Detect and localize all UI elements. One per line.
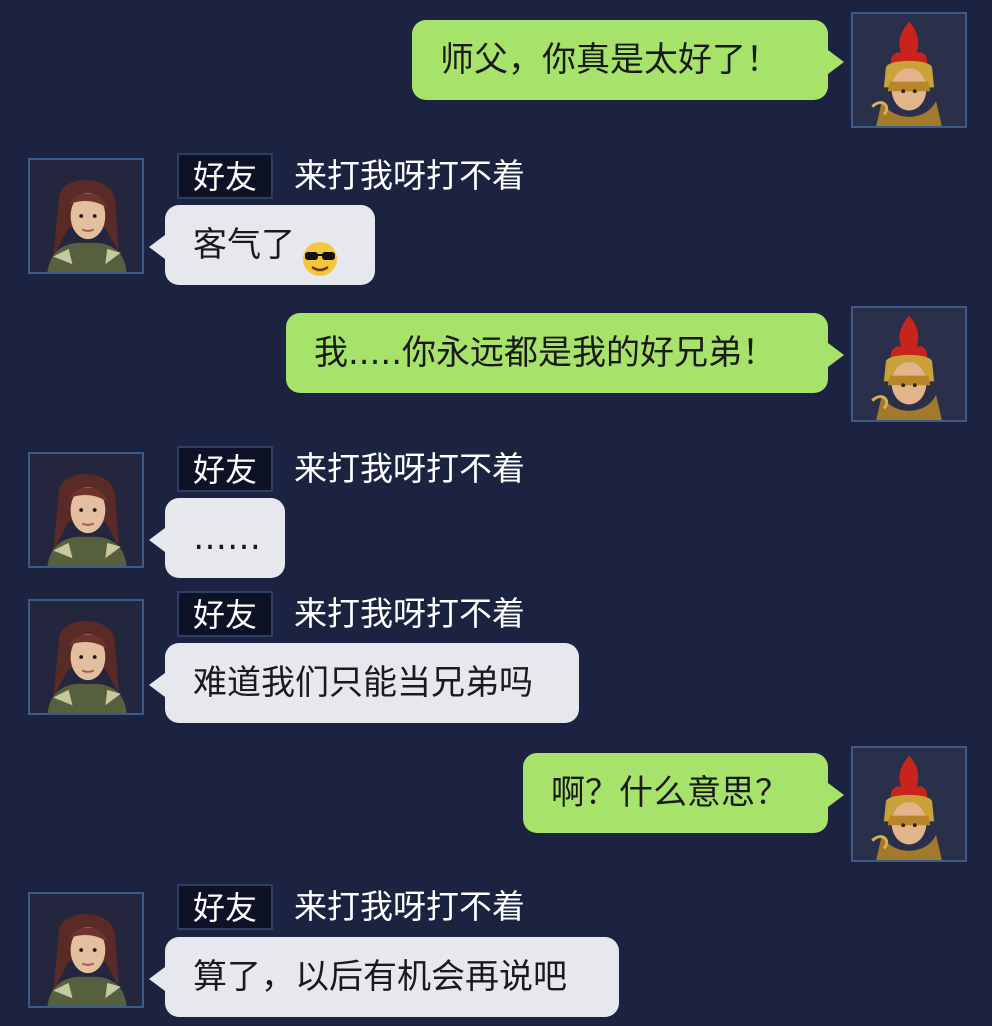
friend-tag: 好友 (177, 591, 274, 637)
friend-avatar[interactable] (28, 892, 144, 1008)
hero-avatar-icon (30, 894, 142, 1006)
hero-avatar-icon (30, 454, 142, 566)
message-text: 师父，你真是太好了！ (440, 40, 780, 80)
friend-avatar[interactable] (28, 599, 144, 715)
my-avatar[interactable] (851, 12, 967, 128)
friend-avatar[interactable] (28, 158, 144, 274)
incoming-bubble[interactable]: 难道我们只能当兄弟吗 (149, 643, 579, 723)
chat-log: 师父，你真是太好了！ 好友 来打我呀打不着 客气了 我.....你永远都是我的好… (0, 0, 992, 1026)
message-text: …… (193, 518, 261, 558)
warrior-avatar-icon (853, 308, 965, 420)
incoming-bubble[interactable]: …… (149, 498, 285, 578)
friend-name[interactable]: 来打我呀打不着 (294, 884, 525, 930)
friend-name[interactable]: 来打我呀打不着 (294, 153, 525, 199)
warrior-avatar-icon (853, 748, 965, 860)
outgoing-bubble[interactable]: 师父，你真是太好了！ (412, 20, 844, 100)
incoming-bubble[interactable]: 算了，以后有机会再说吧 (149, 937, 619, 1017)
friend-tag: 好友 (177, 153, 274, 199)
outgoing-bubble[interactable]: 啊？什么意思？ (523, 753, 844, 833)
sunglasses-emoji-icon (297, 227, 343, 276)
friend-avatar[interactable] (28, 452, 144, 568)
friend-name[interactable]: 来打我呀打不着 (294, 591, 525, 637)
message-text: 难道我们只能当兄弟吗 (193, 663, 533, 703)
my-avatar[interactable] (851, 306, 967, 422)
friend-name[interactable]: 来打我呀打不着 (294, 446, 525, 492)
friend-tag: 好友 (177, 446, 274, 492)
outgoing-bubble[interactable]: 我.....你永远都是我的好兄弟！ (286, 313, 844, 393)
hero-avatar-icon (30, 160, 142, 272)
message-text: 算了，以后有机会再说吧 (193, 957, 567, 997)
friend-tag: 好友 (177, 884, 274, 930)
message-text: 客气了 (193, 225, 295, 265)
warrior-avatar-icon (853, 14, 965, 126)
hero-avatar-icon (30, 601, 142, 713)
my-avatar[interactable] (851, 746, 967, 862)
message-text: 我.....你永远都是我的好兄弟！ (314, 333, 777, 373)
message-text: 啊？什么意思？ (551, 773, 789, 813)
incoming-bubble[interactable]: 客气了 (149, 205, 375, 285)
